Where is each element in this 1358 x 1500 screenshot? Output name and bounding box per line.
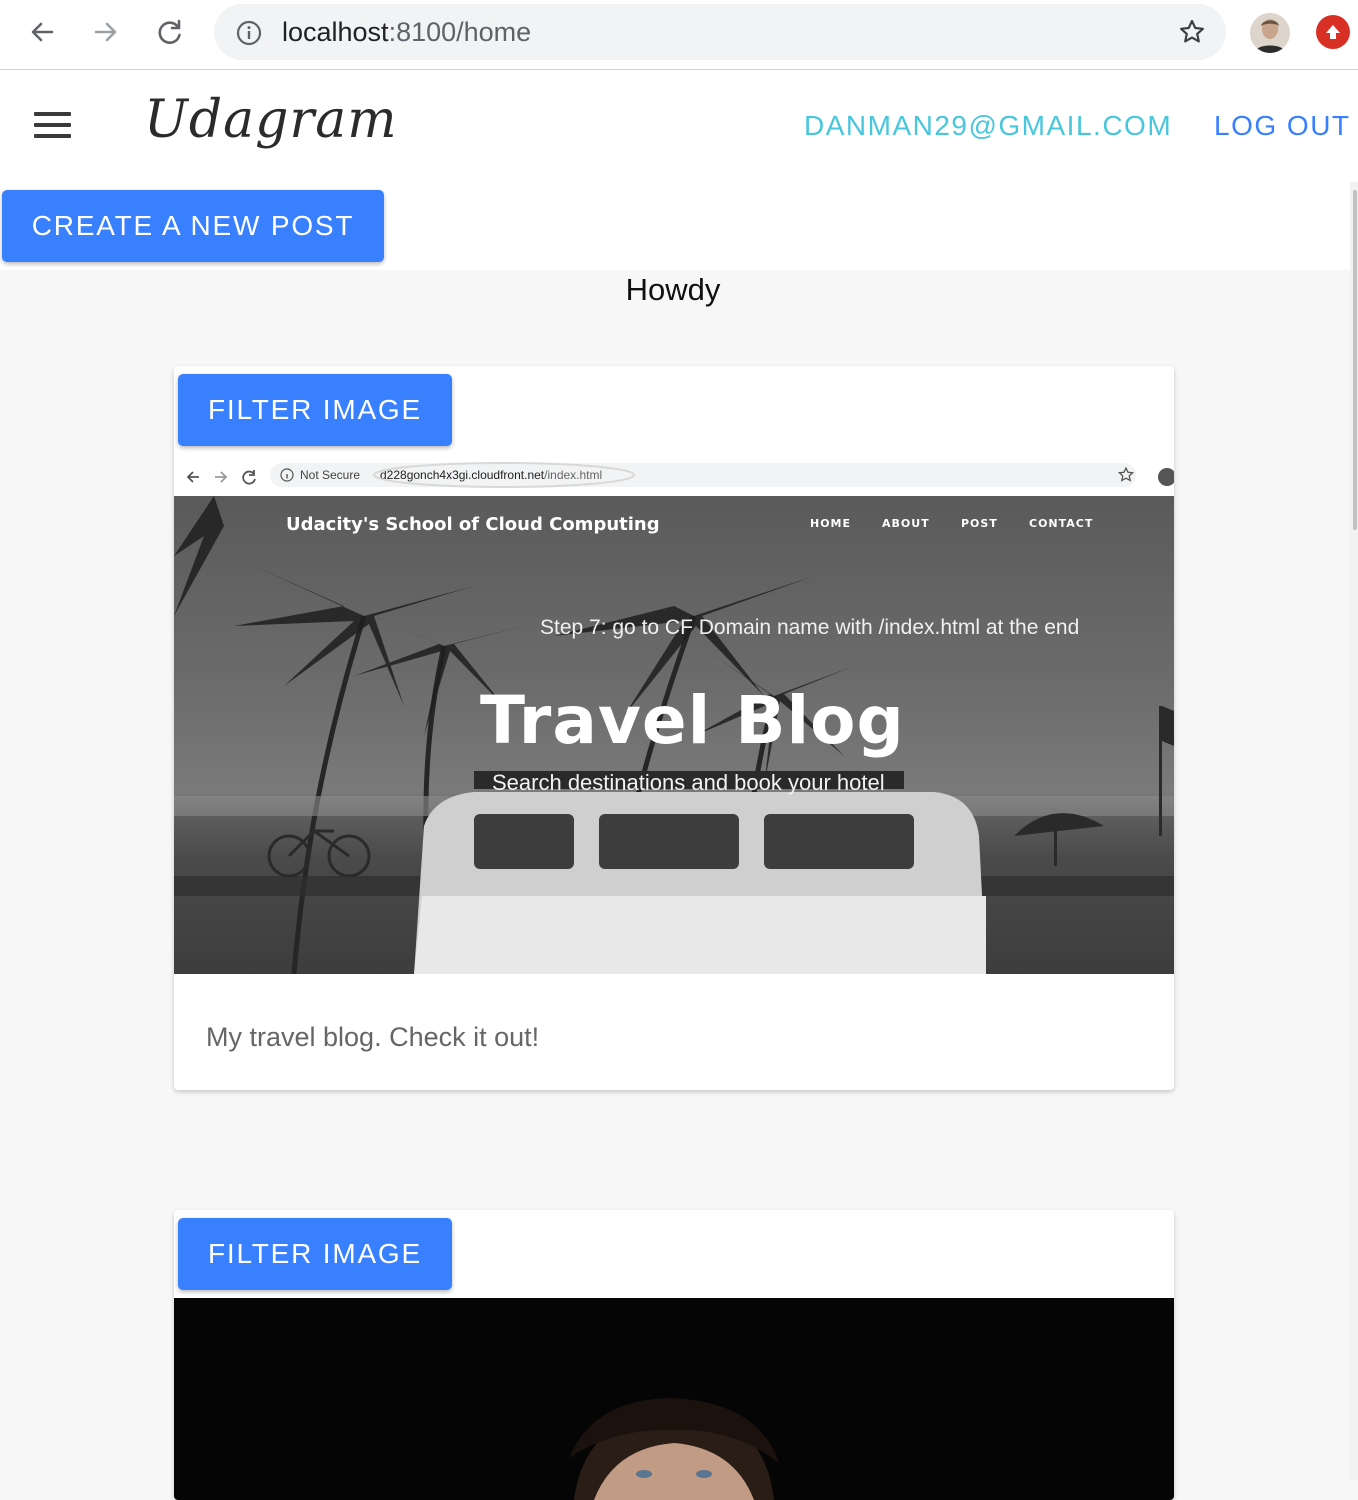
screenshot-reload-icon (242, 470, 256, 485)
travel-blog-hero: Udacity's School of Cloud Computing HOME… (174, 496, 1174, 974)
screenshot-star-icon (1118, 467, 1134, 482)
screenshot-nav-post: POST (961, 517, 998, 530)
screenshot-blog-subtitle: Search destinations and book your hotel (492, 770, 885, 795)
app-header: Udagram DANMAN29@GMAIL.COM LOG OUT (0, 70, 1358, 182)
screenshot-info-icon (280, 468, 294, 482)
address-bar[interactable]: localhost:8100/home (214, 4, 1226, 60)
screenshot-nav-home: HOME (810, 517, 852, 530)
url-path: :8100/home (388, 17, 532, 47)
screenshot-address-bar: Not Secure d228gonch4x3gi.cloudfront.net… (270, 462, 1136, 488)
update-extension-icon[interactable] (1316, 15, 1350, 49)
filter-image-button[interactable]: FILTER IMAGE (178, 374, 452, 446)
forward-arrow-icon[interactable] (88, 14, 124, 50)
screenshot-nav-contact: CONTACT (1029, 517, 1094, 530)
create-post-button[interactable]: CREATE A NEW POST (2, 190, 384, 262)
logout-button[interactable]: LOG OUT (1214, 110, 1351, 142)
reload-icon[interactable] (152, 14, 188, 50)
greeting-text: Howdy (625, 272, 721, 307)
screenshot-not-secure: Not Secure (300, 468, 361, 482)
van-shape (414, 771, 986, 974)
screenshot-back-icon (186, 471, 199, 483)
filter-image-button[interactable]: FILTER IMAGE (178, 1218, 452, 1290)
screenshot-forward-icon (215, 471, 228, 483)
screenshot-url-circle-highlight (373, 462, 635, 488)
profile-avatar[interactable] (1250, 13, 1290, 53)
screenshot-site-name: Udacity's School of Cloud Computing (286, 514, 660, 535)
back-arrow-icon[interactable] (24, 14, 60, 50)
screenshot-browser-bar: Not Secure d228gonch4x3gi.cloudfront.net… (174, 458, 1174, 497)
bookmark-star-icon[interactable] (1178, 18, 1206, 51)
post-image (174, 1298, 1174, 1500)
post-caption: My travel blog. Check it out! (206, 1022, 540, 1052)
scrollbar-thumb[interactable] (1353, 190, 1357, 530)
app-logo: Udagram (144, 90, 398, 150)
screenshot-nav-about: ABOUT (882, 517, 930, 530)
post-image: Not Secure d228gonch4x3gi.cloudfront.net… (174, 458, 1174, 974)
address-url[interactable]: localhost:8100/home (282, 17, 531, 48)
url-host: localhost (282, 17, 389, 47)
menu-icon[interactable] (34, 112, 74, 140)
user-email-button[interactable]: DANMAN29@GMAIL.COM (804, 110, 1172, 142)
screenshot-avatar (1158, 468, 1174, 486)
info-icon[interactable] (236, 20, 262, 51)
feed-card: Not Secure d228gonch4x3gi.cloudfront.net… (174, 366, 1174, 1090)
browser-toolbar: localhost:8100/home (0, 0, 1358, 70)
screenshot-blog-title: Travel Blog (480, 682, 905, 759)
portrait-photo-illustration (569, 1398, 779, 1500)
screenshot-step-note: Step 7: go to CF Domain name with /index… (540, 616, 1080, 639)
